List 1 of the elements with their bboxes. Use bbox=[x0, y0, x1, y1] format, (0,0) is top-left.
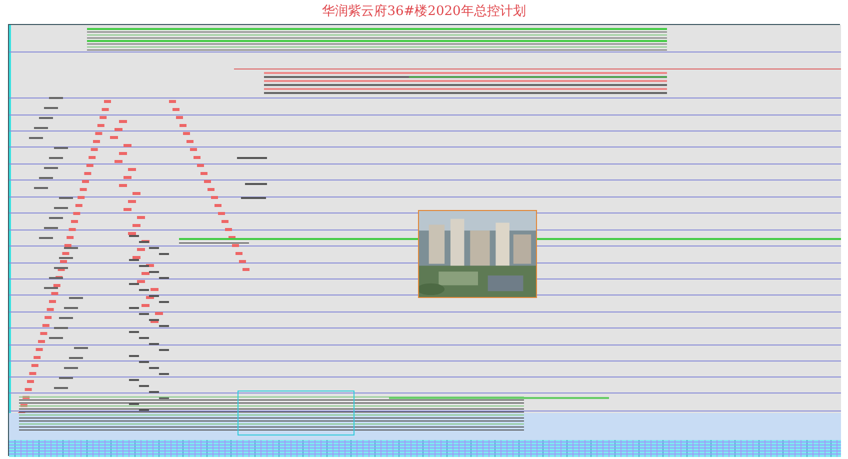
chart-title: 华润紫云府36#楼2020年总控计划 bbox=[322, 4, 526, 20]
